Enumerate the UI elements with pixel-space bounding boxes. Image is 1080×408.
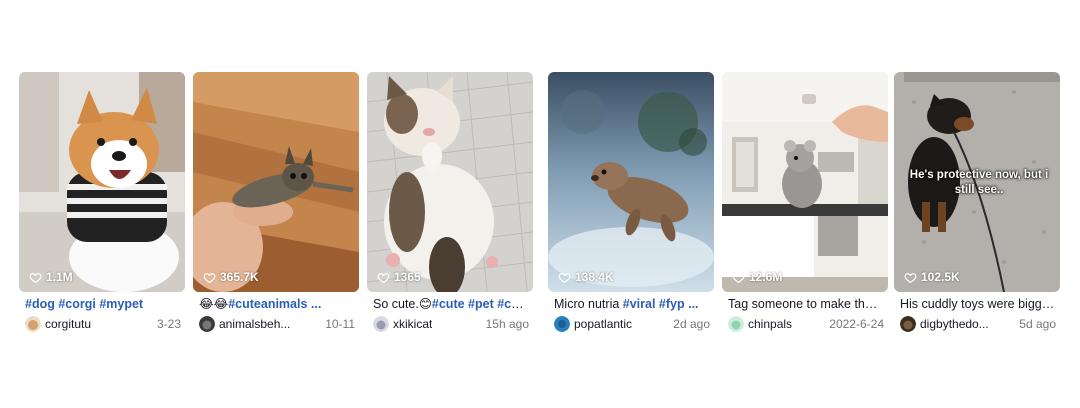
video-caption[interactable]: Micro nutria #viral #fyp ... — [554, 296, 710, 312]
post-date: 10-11 — [325, 317, 355, 331]
view-count-value: 1365 — [394, 270, 421, 284]
author-name[interactable]: animalsbeh... — [219, 317, 290, 331]
heart-icon — [904, 272, 917, 283]
video-grid: 1.1M #dog #corgi #mypet corgitutu 3-23 3… — [0, 72, 1080, 342]
video-thumbnail[interactable]: He's protective now, but i still see.. 1… — [894, 72, 1060, 292]
heart-icon — [29, 272, 42, 283]
avatar[interactable] — [199, 316, 215, 332]
avatar[interactable] — [373, 316, 389, 332]
otter-thumbnail-image — [548, 72, 714, 292]
video-card[interactable]: 365.7K 😂😂#cuteanimals ... animalsbeh... … — [193, 72, 359, 334]
video-meta: animalsbeh... 10-11 — [199, 315, 355, 333]
post-date: 15h ago — [485, 317, 529, 331]
heart-icon — [377, 272, 390, 283]
video-thumbnail[interactable]: 12.6M — [722, 72, 888, 292]
video-meta: digbythedo... 5d ago — [900, 315, 1056, 333]
kitten-thumbnail-image — [367, 72, 533, 292]
post-date: 3-23 — [156, 317, 181, 331]
post-date: 2d ago — [673, 317, 710, 331]
caption-text: So cute.😊 — [373, 297, 432, 311]
post-date: 2022-6-24 — [829, 317, 884, 331]
video-card[interactable]: He's protective now, but i still see.. 1… — [894, 72, 1060, 334]
caption-text: Micro nutria — [554, 297, 623, 311]
avatar[interactable] — [25, 316, 41, 332]
caption-hashtags[interactable]: #dog #corgi #mypet — [25, 297, 143, 311]
video-thumbnail[interactable]: 1.1M — [19, 72, 185, 292]
video-thumbnail[interactable]: 1365 — [367, 72, 533, 292]
caption-hashtags[interactable]: #viral #fyp ... — [623, 297, 699, 311]
video-meta: corgitutu 3-23 — [25, 315, 181, 333]
video-meta: popatlantic 2d ago — [554, 315, 710, 333]
video-card[interactable]: 1.1M #dog #corgi #mypet corgitutu 3-23 — [19, 72, 185, 334]
view-count-value: 12.6M — [749, 270, 783, 284]
view-count: 12.6M — [732, 270, 782, 284]
caption-text: Tag someone to make their ... — [728, 297, 884, 311]
view-count: 138.4K — [558, 270, 614, 284]
author-name[interactable]: corgitutu — [45, 317, 91, 331]
video-card[interactable]: 12.6M Tag someone to make their ... chin… — [722, 72, 888, 334]
post-date: 5d ago — [1019, 317, 1056, 331]
video-card[interactable]: 1365 So cute.😊#cute #pet #cat ... xkikic… — [367, 72, 533, 334]
caption-hashtags[interactable]: #cute #pet #cat ... — [432, 297, 529, 311]
video-thumbnail[interactable]: 365.7K — [193, 72, 359, 292]
view-count-value: 1.1M — [46, 270, 73, 284]
author-name[interactable]: xkikicat — [393, 317, 432, 331]
caption-text: His cuddly toys were bigger ... — [900, 297, 1056, 311]
author-name[interactable]: popatlantic — [574, 317, 632, 331]
view-count-value: 102.5K — [921, 270, 960, 284]
heart-icon — [732, 272, 745, 283]
avatar[interactable] — [554, 316, 570, 332]
video-meta: xkikicat 15h ago — [373, 315, 529, 333]
view-count: 1.1M — [29, 270, 73, 284]
view-count: 102.5K — [904, 270, 960, 284]
video-overlay-text: He's protective now, but i still see.. — [909, 169, 1049, 196]
video-caption[interactable]: His cuddly toys were bigger ... — [900, 296, 1056, 312]
avatar[interactable] — [728, 316, 744, 332]
author-name[interactable]: chinpals — [748, 317, 792, 331]
view-count: 1365 — [377, 270, 421, 284]
corgi-thumbnail-image — [19, 72, 185, 292]
glider-thumbnail-image — [193, 72, 359, 292]
video-card[interactable]: 138.4K Micro nutria #viral #fyp ... popa… — [548, 72, 714, 334]
video-meta: chinpals 2022-6-24 — [728, 315, 884, 333]
caption-text: 😂😂 — [199, 297, 229, 311]
video-caption[interactable]: So cute.😊#cute #pet #cat ... — [373, 296, 529, 312]
view-count: 365.7K — [203, 270, 259, 284]
chinchilla-thumbnail-image — [722, 72, 888, 292]
caption-hashtags[interactable]: #cuteanimals ... — [228, 297, 321, 311]
video-caption[interactable]: #dog #corgi #mypet — [25, 296, 181, 312]
avatar[interactable] — [900, 316, 916, 332]
heart-icon — [203, 272, 216, 283]
video-caption[interactable]: 😂😂#cuteanimals ... — [199, 296, 355, 312]
heart-icon — [558, 272, 571, 283]
view-count-value: 138.4K — [575, 270, 614, 284]
video-caption[interactable]: Tag someone to make their ... — [728, 296, 884, 312]
author-name[interactable]: digbythedo... — [920, 317, 989, 331]
view-count-value: 365.7K — [220, 270, 259, 284]
video-thumbnail[interactable]: 138.4K — [548, 72, 714, 292]
